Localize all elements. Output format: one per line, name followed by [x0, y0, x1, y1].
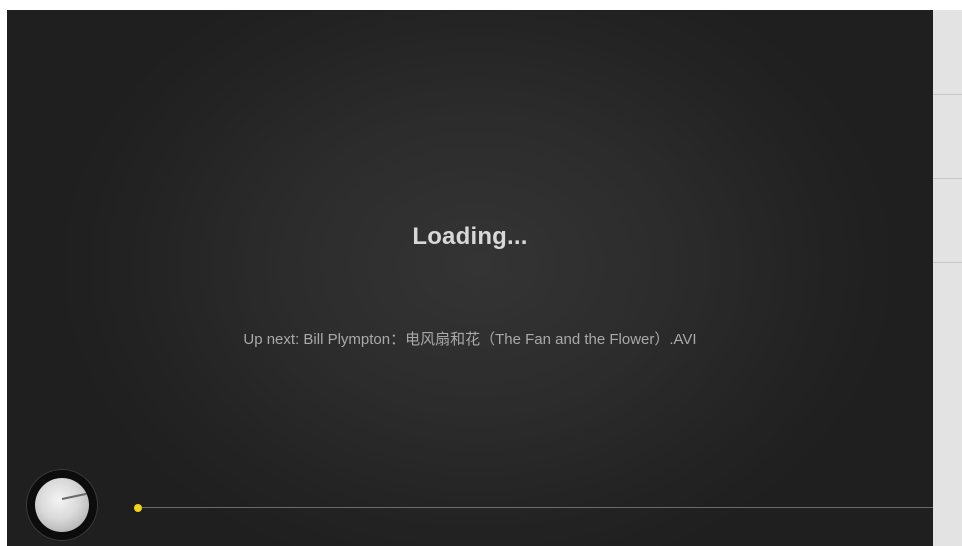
video-player[interactable]: Loading... Up next: Bill Plympton：电风扇和花（… [7, 10, 933, 546]
side-panel [933, 10, 962, 546]
knob-face [35, 478, 89, 532]
up-next-prefix: Up next: [243, 331, 300, 348]
up-next-label: Up next: Bill Plympton：电风扇和花（The Fan and… [7, 328, 933, 349]
loading-status: Loading... [412, 223, 528, 250]
side-divider [933, 94, 962, 95]
volume-knob-icon[interactable] [27, 470, 97, 540]
side-divider [933, 178, 962, 179]
app-stage: Loading... Up next: Bill Plympton：电风扇和花（… [0, 0, 962, 546]
seek-handle[interactable] [134, 504, 142, 512]
up-next-title: Bill Plympton：电风扇和花（The Fan and the Flow… [303, 331, 697, 348]
knob-marker [61, 492, 88, 500]
seek-bar[interactable] [138, 507, 933, 508]
side-divider [933, 262, 962, 263]
